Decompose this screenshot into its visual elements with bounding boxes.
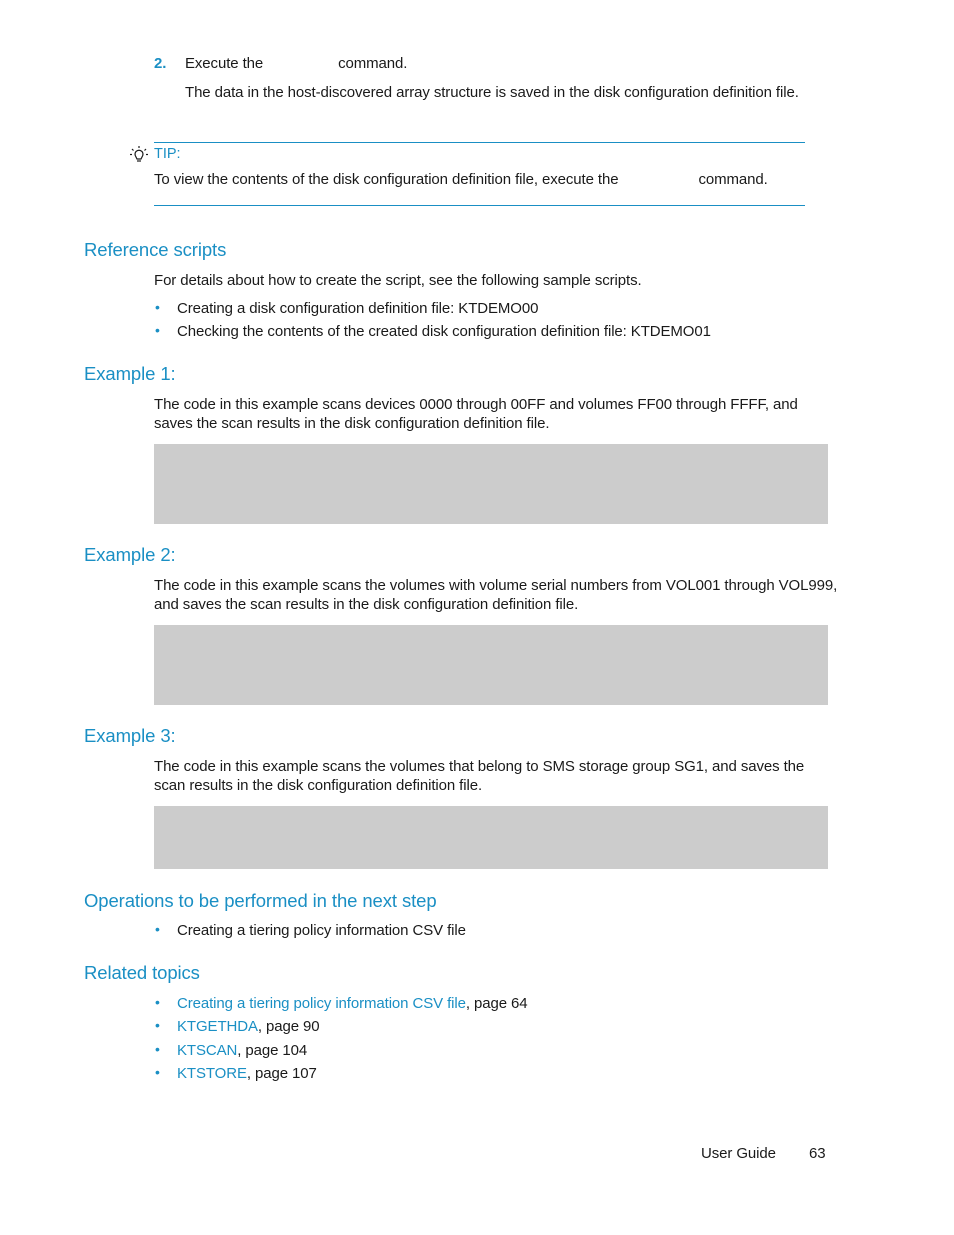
tip-text-after: command. <box>698 171 768 188</box>
example-1-desc-line-2: saves the scan results in the disk confi… <box>154 415 550 432</box>
related-topics-heading: Related topics <box>84 962 200 983</box>
related-topic-page: , page 107 <box>246 1065 317 1082</box>
example-2-desc-line-2: and saves the scan results in the disk c… <box>154 596 579 613</box>
example-1-code-block <box>154 444 828 524</box>
related-topic-link-ktgethda[interactable]: KTGETHDA <box>177 1018 258 1035</box>
bullet-icon: • <box>155 994 160 1010</box>
tip-text: To view the contents of the disk configu… <box>154 170 768 189</box>
reference-scripts-intro: For details about how to create the scri… <box>154 272 642 289</box>
page-number: 63 <box>809 1145 826 1162</box>
example-1-heading: Example 1: <box>84 363 176 384</box>
next-step-heading: Operations to be performed in the next s… <box>84 890 437 911</box>
example-3-heading: Example 3: <box>84 725 176 746</box>
bullet-icon: • <box>155 1064 160 1080</box>
bullet-icon: • <box>155 1017 160 1033</box>
example-3-desc-line-1: The code in this example scans the volum… <box>154 758 805 775</box>
step-number: 2. <box>154 55 167 72</box>
lightbulb-icon <box>130 145 148 165</box>
related-topic-item: KTSCAN, page 104 <box>177 1041 307 1060</box>
bullet-icon: • <box>155 1041 160 1057</box>
example-2-heading: Example 2: <box>84 544 176 565</box>
step-2-instruction: Execute the command. <box>185 54 407 73</box>
step-2-description: The data in the host-discovered array st… <box>185 84 799 101</box>
tip-text-before: To view the contents of the disk configu… <box>154 171 619 188</box>
footer-guide-title: User Guide <box>701 1145 776 1162</box>
example-3-code-block <box>154 806 828 869</box>
related-topic-link-csv[interactable]: Creating a tiering policy information CS… <box>177 995 466 1012</box>
related-topic-link-ktstore[interactable]: KTSTORE <box>177 1065 247 1082</box>
step-2: 2. <box>154 54 166 73</box>
bullet-icon: • <box>155 299 160 315</box>
tip-label: TIP: <box>154 146 181 162</box>
related-topic-page: , page 64 <box>465 995 528 1012</box>
related-topic-link-ktscan[interactable]: KTSCAN <box>177 1042 237 1059</box>
tip-bottom-rule <box>154 205 805 206</box>
example-3-desc-line-2: scan results in the disk configuration d… <box>154 777 483 794</box>
related-topic-page: , page 90 <box>257 1018 320 1035</box>
list-item: Checking the contents of the created dis… <box>177 323 711 340</box>
example-2-desc-line-1: The code in this example scans the volum… <box>154 577 838 594</box>
example-1-desc-line-1: The code in this example scans devices 0… <box>154 396 798 413</box>
tip-top-rule <box>154 142 805 143</box>
bullet-icon: • <box>155 322 160 338</box>
related-topic-item: Creating a tiering policy information CS… <box>177 994 528 1013</box>
list-item: Creating a disk configuration definition… <box>177 300 539 317</box>
bullet-icon: • <box>155 921 160 937</box>
related-topic-page: , page 104 <box>237 1042 308 1059</box>
step-2-text-after: command. <box>338 55 408 72</box>
reference-scripts-heading: Reference scripts <box>84 239 227 260</box>
step-2-text-before: Execute the <box>185 55 264 72</box>
related-topic-item: KTGETHDA, page 90 <box>177 1017 320 1036</box>
list-item: Creating a tiering policy information CS… <box>177 922 466 939</box>
example-2-code-block <box>154 625 828 705</box>
related-topic-item: KTSTORE, page 107 <box>177 1064 317 1083</box>
